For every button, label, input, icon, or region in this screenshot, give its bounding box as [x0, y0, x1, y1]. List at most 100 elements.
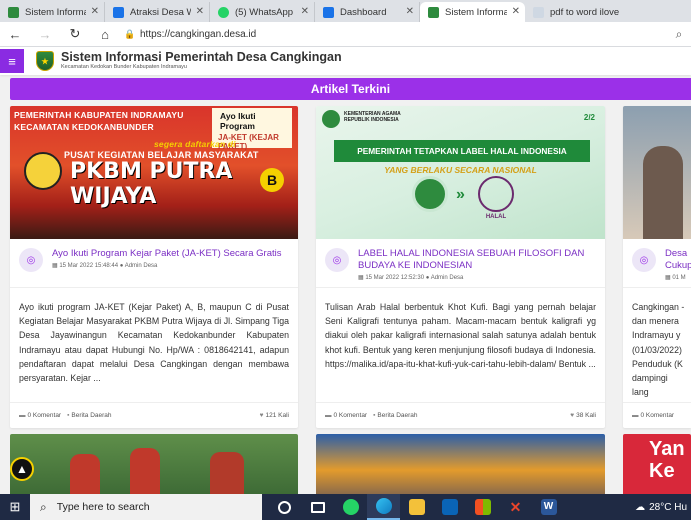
close-icon[interactable]: ✕	[406, 6, 414, 17]
whatsapp-icon	[218, 6, 229, 18]
browser-toolbar: ← → ↻ ⌂ 🔒 https://cangkingan.desa.id ⌕	[0, 22, 691, 47]
address-bar[interactable]: 🔒 https://cangkingan.desa.id	[124, 25, 667, 44]
back-icon[interactable]: ←	[0, 27, 30, 42]
heart-icon[interactable]: ♥	[570, 412, 574, 419]
whatsapp-icon[interactable]	[334, 494, 367, 520]
menu-icon[interactable]: ≡	[0, 49, 24, 73]
app-x-icon[interactable]: ✕	[499, 494, 532, 520]
word-icon[interactable]: W	[532, 494, 565, 520]
image-text: Yan Ke	[649, 438, 685, 482]
article-footer: ▬ 0 Komentar ▪ Berita Daerah ♥ 38 Kali	[316, 402, 605, 428]
image-text: PEMERINTAH TETAPKAN LABEL HALAL INDONESI…	[357, 146, 567, 156]
article-footer: ▬ 0 Komentar	[623, 402, 691, 428]
date-text: 15 Mar 2022 15:48:44	[59, 263, 119, 269]
kemenag-logo	[322, 110, 340, 128]
browser-tab-strip: Sistem Informasi ✕ Atraksi Desa Wisa ✕ (5)…	[0, 0, 691, 22]
article-card[interactable]: ◎ Desa Cukup ▦ 01 M Cangkingan - dan men…	[623, 106, 691, 428]
windows-taskbar: ⊞ ⌕ Type here to search ✕ W ☁ 28°C Hu	[0, 494, 691, 520]
calendar-icon: ▦	[52, 263, 58, 269]
close-icon[interactable]: ✕	[512, 6, 520, 17]
store-icon[interactable]	[466, 494, 499, 520]
like-count: 121 Kali	[265, 412, 290, 419]
close-icon[interactable]: ✕	[91, 6, 99, 17]
browser-tab[interactable]: Dashboard ✕	[315, 2, 420, 22]
article-card-next[interactable]	[316, 434, 605, 494]
cortana-icon[interactable]	[268, 494, 301, 520]
avatar: ◎	[19, 248, 43, 272]
category-link[interactable]: Berita Daerah	[377, 412, 417, 419]
article-date: ▦ 15 Mar 2022 12:52:30 ● Admin Desa	[358, 274, 597, 281]
article-card-next[interactable]	[10, 434, 298, 494]
browser-tab[interactable]: pdf to word ilove	[525, 2, 645, 22]
reload-icon[interactable]: ↻	[60, 26, 90, 42]
windows-start-icon[interactable]: ⊞	[0, 499, 30, 515]
tab-title: (5) WhatsApp	[235, 6, 294, 18]
task-view-icon[interactable]	[301, 494, 334, 520]
taskbar-apps: ✕ W	[268, 494, 565, 520]
article-title[interactable]: LABEL HALAL INDONESIA SEBUAH FILOSOFI DA…	[358, 248, 597, 272]
tab-title: Atraksi Desa Wisa	[130, 6, 191, 18]
file-explorer-icon[interactable]	[400, 494, 433, 520]
search-placeholder: Type here to search	[56, 501, 150, 513]
heart-icon[interactable]: ♥	[260, 412, 264, 419]
calendar-icon: ▦	[358, 275, 364, 281]
tab-favicon-icon	[533, 6, 544, 18]
browser-tab[interactable]: Atraksi Desa Wisa ✕	[105, 2, 210, 22]
badge-b: B	[260, 168, 284, 192]
site-logo[interactable]: ★	[36, 51, 54, 71]
article-card[interactable]: PEMERINTAH KABUPATEN INDRAMAYU KECAMATAN…	[10, 106, 298, 428]
comment-icon: ▬	[19, 412, 26, 419]
article-excerpt: Cangkingan - dan menera Indramayu y (01/…	[632, 302, 685, 398]
comment-icon: ▬	[325, 412, 332, 419]
comment-count[interactable]: 0 Komentar	[334, 412, 368, 419]
calendar-icon: ▦	[665, 275, 671, 281]
search-icon[interactable]: ⌕	[667, 27, 691, 42]
image-text: YANG BERLAKU SECARA NASIONAL	[384, 165, 537, 175]
category-link[interactable]: Berita Daerah	[71, 412, 111, 419]
tab-title: pdf to word ilove	[550, 6, 620, 18]
category-icon: ▪	[67, 412, 70, 419]
close-icon[interactable]: ✕	[301, 6, 309, 17]
weather-widget[interactable]: ☁ 28°C Hu	[635, 494, 691, 520]
date-text: 01 M	[672, 275, 686, 281]
mail-icon[interactable]	[433, 494, 466, 520]
edge-icon[interactable]	[367, 494, 400, 520]
arrow-icon: »	[456, 186, 465, 203]
scroll-top-button[interactable]: ▲	[10, 457, 34, 481]
tab-title: Dashboard	[340, 6, 387, 18]
tab-title: Sistem Informasi	[445, 6, 507, 18]
avatar: ◎	[632, 248, 656, 272]
article-image[interactable]: PEMERINTAH KABUPATEN INDRAMAYU KECAMATAN…	[10, 106, 298, 239]
taskbar-search[interactable]: ⌕ Type here to search	[30, 494, 262, 520]
comment-icon: ▬	[632, 412, 639, 419]
image-text: KEMENTERIAN AGAMA REPUBLIK INDONESIA	[344, 111, 401, 123]
comment-count[interactable]: 0 Komentar	[28, 412, 62, 419]
home-icon[interactable]: ⌂	[90, 27, 120, 42]
browser-tab[interactable]: Sistem Informasi ✕	[0, 2, 105, 22]
person-silhouette	[210, 452, 244, 494]
article-excerpt: Tulisan Arab Halal berbentuk Khot Kufi. …	[325, 302, 596, 369]
article-image[interactable]	[623, 106, 691, 239]
article-title[interactable]: Ayo Ikuti Program Kejar Paket (JA-KET) S…	[52, 248, 281, 260]
article-title[interactable]: Desa Cukup	[665, 248, 691, 272]
author-text: Admin Desa	[124, 263, 158, 269]
site-title-block[interactable]: Sistem Informasi Pemerintah Desa Cangkin…	[61, 51, 342, 71]
person-silhouette	[70, 454, 100, 494]
browser-tab[interactable]: (5) WhatsApp ✕	[210, 2, 315, 22]
article-date: ▦ 15 Mar 2022 15:48:44 ● Admin Desa	[52, 262, 281, 269]
weather-text: 28°C Hu	[649, 501, 687, 513]
browser-tab-active[interactable]: Sistem Informasi ✕	[420, 2, 525, 22]
person-silhouette	[130, 448, 160, 494]
forward-icon[interactable]: →	[30, 27, 60, 42]
tab-title: Sistem Informasi	[25, 6, 86, 18]
article-image[interactable]: KEMENTERIAN AGAMA REPUBLIK INDONESIA 2/2…	[316, 106, 605, 239]
article-date: ▦ 01 M	[665, 274, 691, 281]
section-heading: Artikel Terkini	[10, 78, 691, 100]
article-meta: ◎ Ayo Ikuti Program Kejar Paket (JA-KET)…	[10, 239, 298, 283]
lock-icon[interactable]: 🔒	[124, 29, 140, 40]
close-icon[interactable]: ✕	[196, 6, 204, 17]
image-text: Ayo Ikuti Program	[220, 111, 256, 131]
article-card-next[interactable]: Yan Ke	[623, 434, 691, 494]
comment-count[interactable]: 0 Komentar	[641, 412, 675, 419]
article-card[interactable]: KEMENTERIAN AGAMA REPUBLIK INDONESIA 2/2…	[316, 106, 605, 428]
